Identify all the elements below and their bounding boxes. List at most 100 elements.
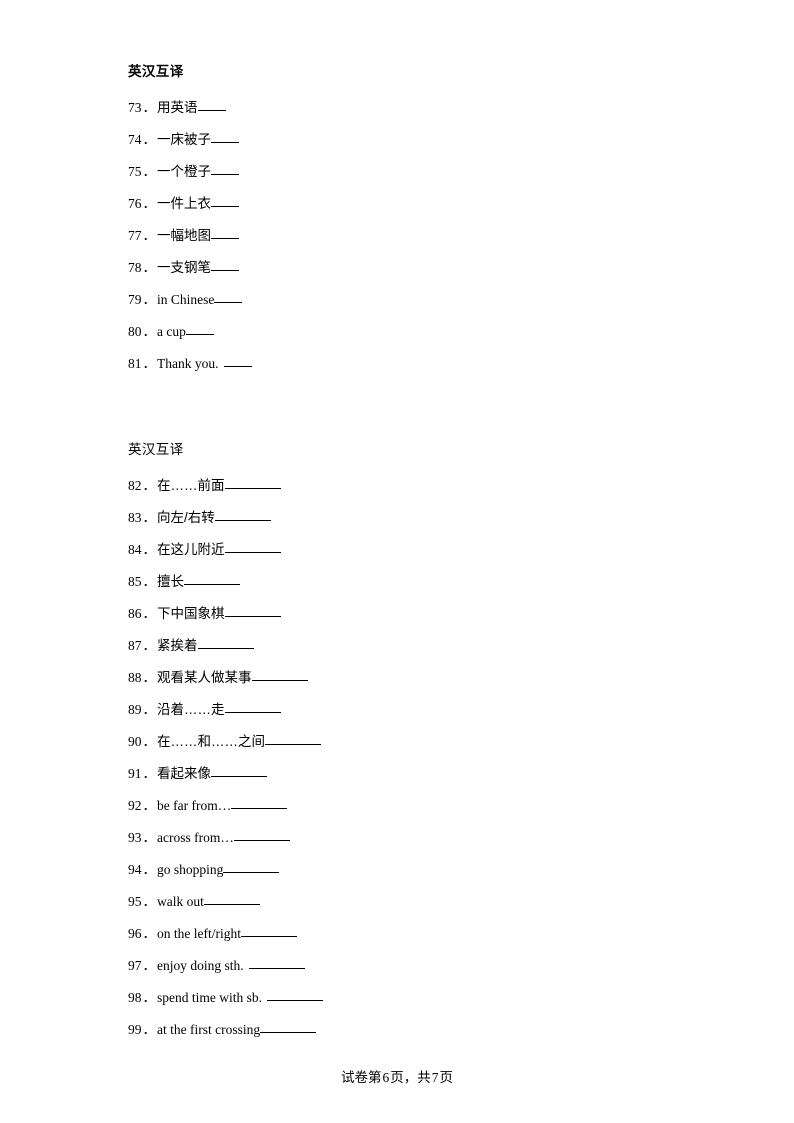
answer-blank[interactable]	[267, 988, 323, 1001]
question-separator: ．	[142, 356, 157, 371]
section-heading: 英汉互译	[128, 442, 184, 457]
footer-current-page: 6	[382, 1070, 390, 1085]
question-text: 擅长	[157, 574, 184, 589]
question-text: 在……和……之间	[157, 734, 265, 749]
question-list-1: 73．用英语 74．一床被子 75．一个橙子 76．一件上衣 77．一幅地图 78．一支钢…	[128, 92, 668, 380]
question-separator: ．	[142, 292, 157, 307]
question-number: 92	[128, 798, 142, 813]
question-separator: ．	[142, 894, 157, 909]
question-number: 89	[128, 702, 142, 717]
question-item: 75．一个橙子	[128, 156, 668, 188]
question-item: 82．在……前面	[128, 470, 668, 502]
question-text: be far from…	[157, 798, 232, 813]
answer-blank[interactable]	[211, 764, 267, 777]
answer-blank[interactable]	[211, 226, 239, 239]
question-number: 96	[128, 926, 142, 941]
question-item: 98．spend time with sb.	[128, 982, 668, 1014]
answer-blank[interactable]	[224, 540, 281, 553]
question-number: 95	[128, 894, 142, 909]
question-text: at the first crossing	[157, 1022, 261, 1037]
question-item: 73．用英语	[128, 92, 668, 124]
question-number: 82	[128, 478, 142, 493]
question-number: 80	[128, 324, 142, 339]
question-separator: ．	[142, 926, 157, 941]
question-separator: ．	[142, 798, 157, 813]
question-separator: ．	[142, 702, 157, 717]
answer-blank[interactable]	[231, 796, 288, 809]
answer-blank[interactable]	[211, 194, 239, 207]
question-separator: ．	[142, 990, 157, 1005]
question-number: 87	[128, 638, 142, 653]
question-text: on the left/right	[157, 926, 241, 941]
question-item: 78．一支钢笔	[128, 252, 668, 284]
question-text: a cup	[157, 324, 186, 339]
answer-blank[interactable]	[197, 636, 254, 649]
question-text: enjoy doing sth.	[157, 958, 244, 973]
footer-prefix: 试卷第	[341, 1070, 382, 1085]
question-text: 一幅地图	[157, 228, 211, 243]
question-number: 94	[128, 862, 142, 877]
question-text: in Chinese	[157, 292, 215, 307]
answer-blank[interactable]	[240, 924, 297, 937]
question-item: 90．在……和……之间	[128, 726, 668, 758]
answer-blank[interactable]	[211, 162, 239, 175]
question-text: 用英语	[157, 100, 198, 115]
question-text: across from…	[157, 830, 234, 845]
answer-blank[interactable]	[214, 508, 271, 521]
question-item: 83．向左/右转	[128, 502, 668, 534]
answer-blank[interactable]	[260, 1020, 317, 1033]
answer-blank[interactable]	[203, 892, 260, 905]
question-separator: ．	[142, 574, 157, 589]
question-number: 86	[128, 606, 142, 621]
answer-blank[interactable]	[251, 668, 308, 681]
question-item: 79．in Chinese	[128, 284, 668, 316]
section-1: 英汉互译 73．用英语 74．一床被子 75．一个橙子 76．一件上衣 77．一幅地图 7…	[128, 62, 668, 380]
answer-blank[interactable]	[233, 828, 290, 841]
question-separator: ．	[142, 830, 157, 845]
question-text: 在这儿附近	[157, 542, 225, 557]
answer-blank[interactable]	[197, 98, 226, 111]
question-text: 紧挨着	[157, 638, 198, 653]
answer-blank[interactable]	[184, 572, 240, 585]
answer-blank[interactable]	[265, 732, 321, 745]
answer-blank[interactable]	[223, 860, 280, 873]
question-item: 99．at the first crossing	[128, 1014, 668, 1046]
answer-blank[interactable]	[211, 258, 239, 271]
answer-blank[interactable]	[211, 130, 239, 143]
answer-blank[interactable]	[214, 290, 243, 303]
question-text: walk out	[157, 894, 204, 909]
question-item: 76．一件上衣	[128, 188, 668, 220]
question-number: 74	[128, 132, 142, 147]
question-text: 观看某人做某事	[157, 670, 252, 685]
question-text: 沿着……走	[157, 702, 225, 717]
answer-blank[interactable]	[224, 604, 281, 617]
answer-blank[interactable]	[224, 700, 281, 713]
question-number: 77	[128, 228, 142, 243]
question-separator: ．	[142, 132, 157, 147]
question-text: spend time with sb.	[157, 990, 262, 1005]
question-separator: ．	[142, 606, 157, 621]
question-separator: ．	[142, 766, 157, 781]
answer-blank[interactable]	[223, 354, 252, 367]
answer-blank[interactable]	[248, 956, 305, 969]
question-item: 96．on the left/right	[128, 918, 668, 950]
question-separator: ．	[142, 638, 157, 653]
question-item: 88．观看某人做某事	[128, 662, 668, 694]
question-item: 77．一幅地图	[128, 220, 668, 252]
footer-middle: 页，共	[390, 1070, 431, 1085]
question-number: 98	[128, 990, 142, 1005]
question-text: 一件上衣	[157, 196, 211, 211]
question-item: 92．be far from…	[128, 790, 668, 822]
question-number: 73	[128, 100, 142, 115]
question-number: 79	[128, 292, 142, 307]
question-number: 81	[128, 356, 142, 371]
question-text: 一支钢笔	[157, 260, 211, 275]
question-separator: ．	[142, 228, 157, 243]
question-separator: ．	[142, 100, 157, 115]
answer-blank[interactable]	[185, 322, 214, 335]
question-number: 97	[128, 958, 142, 973]
question-separator: ．	[142, 196, 157, 211]
question-text: 向左/右转	[157, 510, 215, 525]
answer-blank[interactable]	[224, 476, 281, 489]
section-2: 英汉互译 82．在……前面 83．向左/右转 84．在这儿附近 85．擅长 86．下中国…	[128, 440, 668, 1046]
